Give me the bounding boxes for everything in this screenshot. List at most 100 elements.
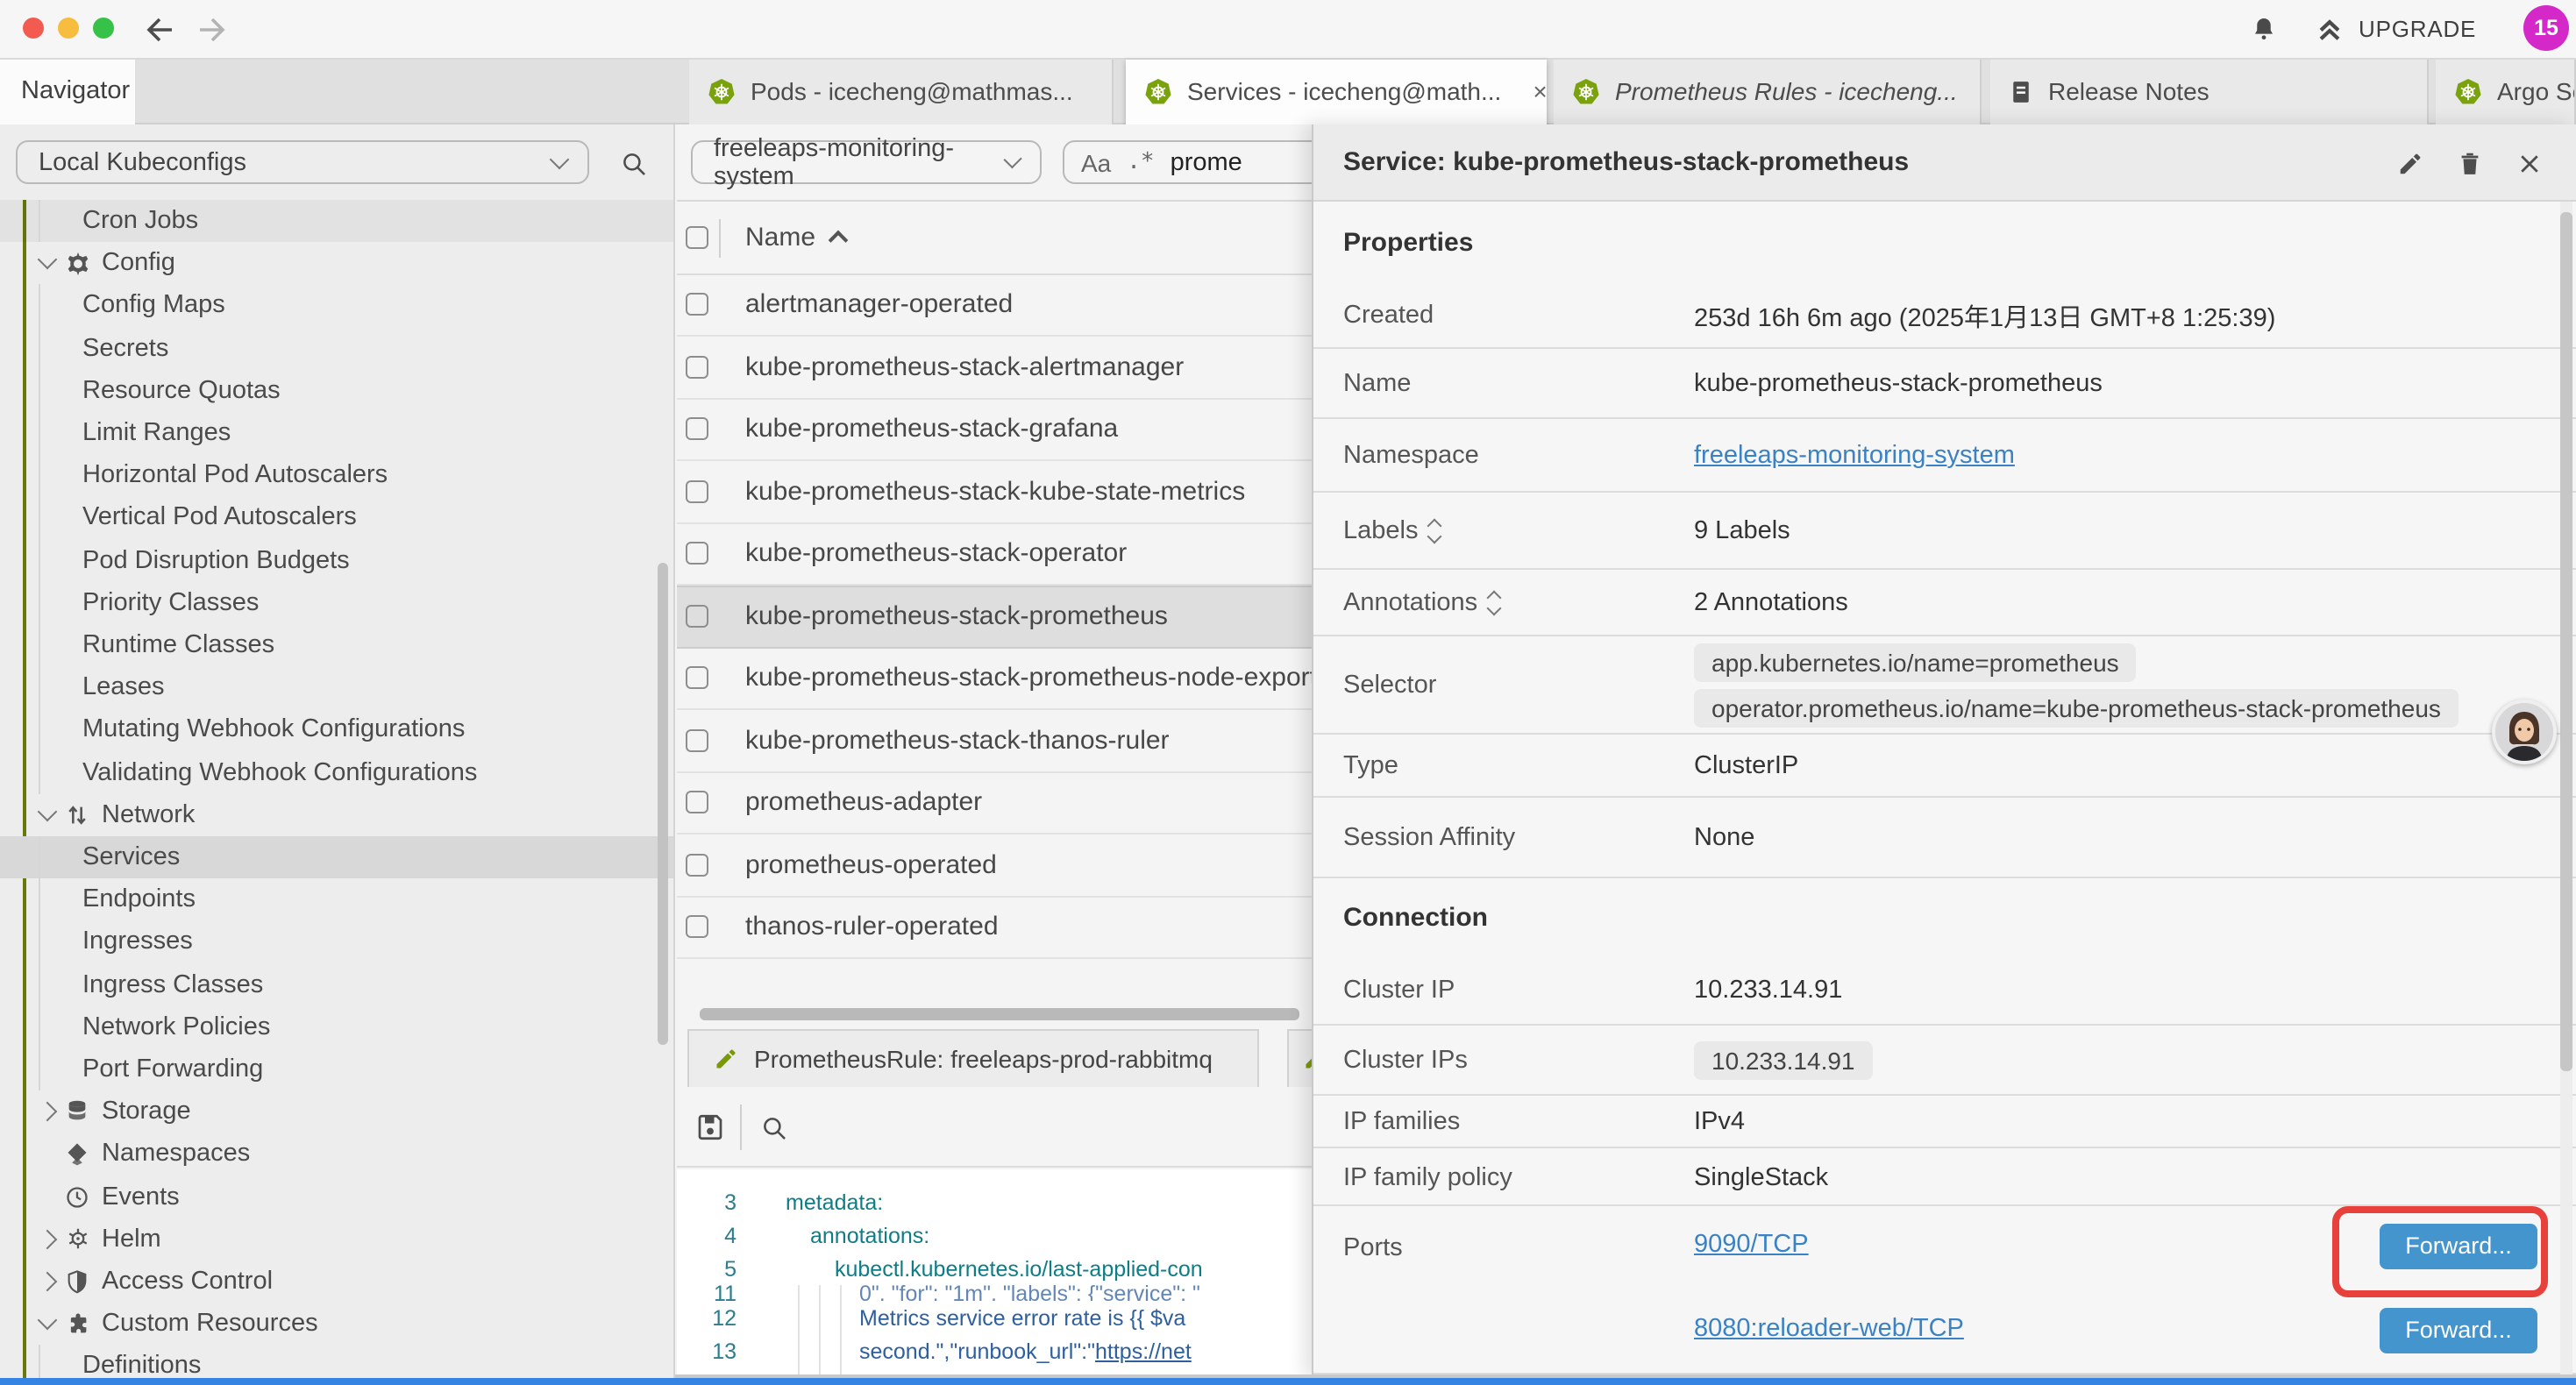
regex-toggle[interactable]: .* — [1127, 149, 1154, 175]
sidebar-item-definitions[interactable]: Definitions — [0, 1346, 675, 1378]
sidebar-search-icon[interactable] — [617, 147, 649, 179]
sidebar-item-events[interactable]: Events — [0, 1175, 675, 1218]
save-icon[interactable] — [691, 1106, 729, 1148]
sidebar-item-network[interactable]: Network — [0, 794, 675, 836]
table-row[interactable]: kube-prometheus-stack-prometheus — [677, 586, 1312, 648]
table-row[interactable]: prometheus-adapter — [677, 772, 1312, 835]
sidebar-item-ingress-classes[interactable]: Ingress Classes — [0, 963, 675, 1005]
horizontal-scrollbar[interactable] — [700, 1008, 1299, 1020]
sidebar-item-custom-resources[interactable]: Custom Resources — [0, 1303, 675, 1345]
chevron-down-icon[interactable] — [38, 250, 58, 270]
table-row[interactable]: kube-prometheus-stack-thanos-ruler — [677, 710, 1312, 772]
sidebar-item-validating-webhook-configurations[interactable]: Validating Webhook Configurations — [0, 751, 675, 793]
chevron-down-icon[interactable] — [38, 1310, 58, 1331]
upgrade-icon[interactable] — [2311, 11, 2346, 46]
edit-pencil-icon[interactable] — [2397, 150, 2423, 176]
table-row[interactable]: kube-prometheus-stack-grafana — [677, 399, 1312, 461]
notification-count-badge[interactable]: 15 — [2523, 5, 2569, 51]
table-row[interactable]: kube-prometheus-stack-operator — [677, 523, 1312, 586]
sidebar-item-storage[interactable]: Storage — [0, 1090, 675, 1133]
sidebar-item-namespaces[interactable]: Namespaces — [0, 1133, 675, 1175]
chevron-down-icon[interactable] — [38, 801, 58, 821]
close-tab-icon[interactable]: × — [1533, 78, 1547, 106]
sidebar-item-services[interactable]: Services — [0, 836, 675, 878]
chevron-right-icon[interactable] — [38, 1229, 58, 1249]
sidebar-scrollbar[interactable] — [658, 563, 668, 1045]
maximize-window-button[interactable] — [93, 18, 114, 39]
sidebar-item-cron-jobs[interactable]: Cron Jobs — [0, 200, 675, 242]
sidebar-item-config-maps[interactable]: Config Maps — [0, 285, 675, 327]
sidebar-item-horizontal-pod-autoscalers[interactable]: Horizontal Pod Autoscalers — [0, 454, 675, 496]
port-link-9090[interactable]: 9090/TCP — [1694, 1231, 1809, 1259]
row-checkbox[interactable] — [686, 729, 708, 752]
chevron-right-icon[interactable] — [38, 1272, 58, 1292]
sort-updown-icon[interactable] — [1488, 593, 1498, 614]
table-row[interactable]: prometheus-operated — [677, 835, 1312, 897]
drawer-scrollbar[interactable] — [2559, 212, 2572, 1071]
sidebar-item-helm[interactable]: Helm — [0, 1218, 675, 1261]
table-row[interactable]: alertmanager-operated — [677, 274, 1312, 337]
sidebar-item-network-policies[interactable]: Network Policies — [0, 1006, 675, 1048]
table-row[interactable]: kube-prometheus-stack-prometheus-node-ex… — [677, 648, 1312, 710]
row-checkbox[interactable] — [686, 916, 708, 939]
name-column-header[interactable]: Name — [745, 222, 815, 252]
sidebar-item-port-forwarding[interactable]: Port Forwarding — [0, 1048, 675, 1090]
row-checkbox[interactable] — [686, 667, 708, 690]
row-checkbox[interactable] — [686, 480, 708, 503]
row-checkbox[interactable] — [686, 854, 708, 877]
sidebar-item-resource-quotas[interactable]: Resource Quotas — [0, 370, 675, 412]
port-link-8080[interactable]: 8080:reloader-web/TCP — [1694, 1315, 1964, 1343]
upgrade-label[interactable]: UPGRADE — [2359, 16, 2476, 42]
editor-search-icon[interactable] — [754, 1106, 793, 1148]
row-checkbox[interactable] — [686, 356, 708, 379]
namespace-select[interactable]: freeleaps-monitoring-system — [691, 140, 1042, 184]
bell-icon[interactable] — [2246, 11, 2281, 46]
app-tab-0[interactable]: Pods - icecheng@mathmas... — [689, 59, 1114, 124]
row-checkbox[interactable] — [686, 294, 708, 316]
navigator-tab[interactable]: Navigator — [0, 59, 135, 124]
sidebar-item-config[interactable]: Config — [0, 242, 675, 284]
forward-arrow-icon[interactable] — [193, 11, 231, 49]
sidebar-item-endpoints[interactable]: Endpoints — [0, 878, 675, 920]
delete-trash-icon[interactable] — [2457, 150, 2483, 176]
sidebar-item-vertical-pod-autoscalers[interactable]: Vertical Pod Autoscalers — [0, 497, 675, 539]
back-arrow-icon[interactable] — [140, 11, 179, 49]
sidebar-item-secrets[interactable]: Secrets — [0, 327, 675, 369]
close-icon[interactable] — [2516, 150, 2543, 176]
forward-button[interactable]: Forward... — [2380, 1308, 2537, 1353]
sort-updown-icon[interactable] — [1428, 521, 1439, 542]
sidebar-item-pod-disruption-budgets[interactable]: Pod Disruption Budgets — [0, 539, 675, 581]
tab-strip: Navigator Pods - icecheng@mathmas...Serv… — [0, 59, 2576, 124]
sidebar-item-access-control[interactable]: Access Control — [0, 1261, 675, 1303]
minimize-window-button[interactable] — [58, 18, 79, 39]
namespace-link[interactable]: freeleaps-monitoring-system — [1694, 442, 2015, 470]
sidebar-item-leases[interactable]: Leases — [0, 666, 675, 708]
row-checkbox[interactable] — [686, 418, 708, 441]
chevron-right-icon[interactable] — [38, 1102, 58, 1122]
app-tab-1[interactable]: Services - icecheng@math...× — [1126, 59, 1547, 124]
row-checkbox[interactable] — [686, 606, 708, 629]
kubeconfig-select[interactable]: Local Kubeconfigs — [16, 140, 589, 184]
close-window-button[interactable] — [23, 18, 44, 39]
match-case-toggle[interactable]: Aa — [1081, 148, 1111, 176]
row-checkbox[interactable] — [686, 543, 708, 565]
dock-tab-prometheusrule[interactable]: PrometheusRule: freeleaps-prod-rabbitmq — [687, 1029, 1259, 1087]
sidebar-item-priority-classes[interactable]: Priority Classes — [0, 582, 675, 624]
dock-tab-hidden[interactable] — [1287, 1029, 1312, 1087]
yaml-editor[interactable]: 3metadata:4annotations:5kubectl.kubernet… — [677, 1169, 1312, 1378]
app-tab-4[interactable]: Argo Se — [2436, 59, 2576, 124]
code-token[interactable]: https://net — [1095, 1339, 1192, 1363]
table-row[interactable]: thanos-ruler-operated — [677, 897, 1312, 959]
sidebar-item-ingresses[interactable]: Ingresses — [0, 921, 675, 963]
table-header[interactable]: Name — [677, 201, 1312, 274]
sidebar-item-limit-ranges[interactable]: Limit Ranges — [0, 412, 675, 454]
app-tab-3[interactable]: Release Notes — [1990, 59, 2429, 124]
search-input[interactable]: Aa .* prome — [1062, 140, 1312, 184]
table-row[interactable]: kube-prometheus-stack-alertmanager — [677, 337, 1312, 399]
sidebar-item-runtime-classes[interactable]: Runtime Classes — [0, 624, 675, 666]
sidebar-item-mutating-webhook-configurations[interactable]: Mutating Webhook Configurations — [0, 709, 675, 751]
select-all-checkbox[interactable] — [686, 225, 708, 248]
app-tab-2[interactable]: Prometheus Rules - icecheng... — [1554, 59, 1982, 124]
table-row[interactable]: kube-prometheus-stack-kube-state-metrics — [677, 461, 1312, 523]
row-checkbox[interactable] — [686, 792, 708, 814]
